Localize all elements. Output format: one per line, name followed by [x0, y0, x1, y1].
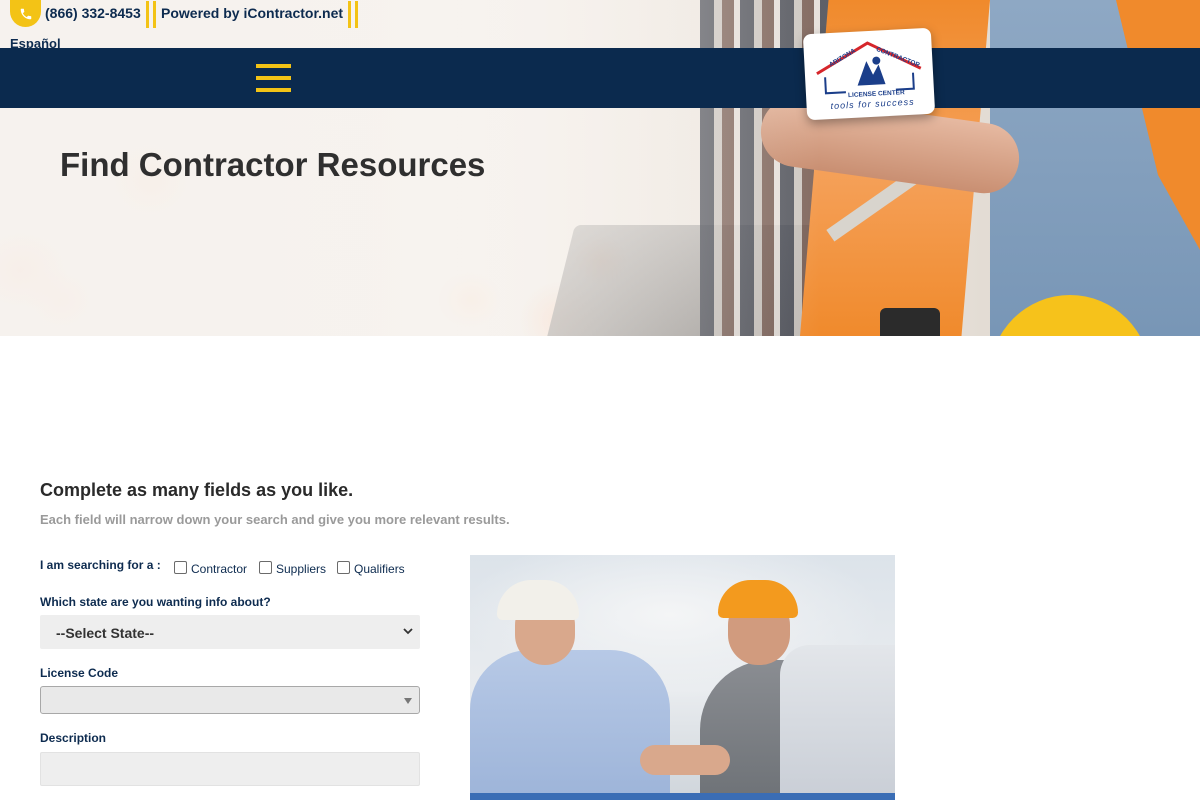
hamburger-menu-icon[interactable]: [256, 64, 291, 92]
qualifiers-checkbox[interactable]: [337, 560, 350, 574]
contractor-checkbox[interactable]: [174, 560, 187, 574]
hamburger-bar: [256, 64, 291, 68]
divider: [348, 1, 358, 28]
qualifiers-checkbox-label[interactable]: Qualifiers: [354, 562, 405, 576]
state-label: Which state are you wanting info about?: [40, 595, 271, 609]
logo-text-arizona: ARIZONA: [828, 47, 857, 68]
state-select[interactable]: --Select State--: [40, 615, 420, 649]
handshake-photo: [470, 555, 895, 800]
site-logo[interactable]: ARIZONA CONTRACTOR LICENSE CENTER tools …: [802, 27, 936, 121]
suppliers-option[interactable]: Suppliers: [259, 558, 326, 576]
description-input[interactable]: [40, 752, 420, 786]
license-code-label: License Code: [40, 666, 119, 680]
phone-glyph-icon: [20, 8, 31, 19]
logo-tagline: tools for success: [830, 97, 914, 111]
description-label: Description: [40, 731, 107, 745]
photo-caption-banner: [470, 793, 895, 800]
photo-man-blue-shirt: [470, 650, 670, 800]
form-subheading: Each field will narrow down your search …: [40, 512, 510, 527]
form-heading: Complete as many fields as you like.: [40, 480, 354, 500]
logo-graphic: ARIZONA CONTRACTOR LICENSE CENTER tools …: [816, 41, 922, 111]
contractor-checkbox-label[interactable]: Contractor: [191, 562, 247, 576]
photo-handshake: [640, 745, 730, 775]
phone-number-link[interactable]: (866) 332-8453: [45, 5, 141, 21]
page: (866) 332-8453 Powered by iContractor.ne…: [0, 0, 1200, 800]
top-utility-bar: (866) 332-8453 Powered by iContractor.ne…: [0, 0, 1200, 48]
main-navbar: [0, 48, 1200, 108]
photo-man-jacket: [780, 645, 895, 800]
suppliers-checkbox-label[interactable]: Suppliers: [276, 562, 326, 576]
powered-by-link[interactable]: Powered by iContractor.net: [161, 5, 343, 21]
phone-icon[interactable]: [10, 0, 41, 27]
hamburger-bar: [256, 88, 291, 92]
contractor-option[interactable]: Contractor: [174, 558, 247, 576]
hero-coffee-cup: [880, 308, 940, 336]
logo-text-contractor: CONTRACTOR: [875, 46, 921, 69]
page-title: Find Contractor Resources: [60, 146, 486, 183]
qualifiers-option[interactable]: Qualifiers: [337, 558, 405, 576]
license-code-select[interactable]: [40, 686, 420, 714]
state-select-value[interactable]: --Select State--: [56, 625, 154, 641]
language-espanol-link[interactable]: Español: [10, 36, 61, 51]
searching-for-label: I am searching for a :: [40, 558, 161, 572]
divider: [146, 1, 156, 28]
dropdown-arrow-icon: [404, 698, 412, 704]
hamburger-bar: [256, 76, 291, 80]
chevron-down-icon: [403, 628, 413, 635]
suppliers-checkbox[interactable]: [259, 560, 272, 574]
